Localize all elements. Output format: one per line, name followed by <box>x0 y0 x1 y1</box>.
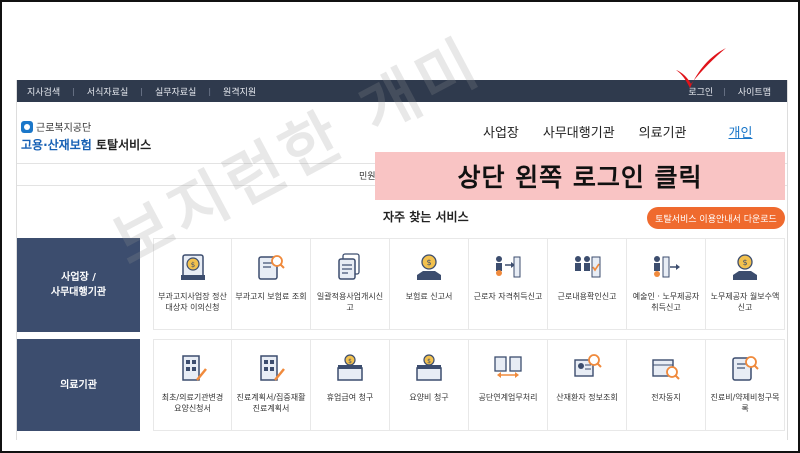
svg-text:$: $ <box>348 358 352 365</box>
service-item-label: 근로자 자격취득신고 <box>473 292 543 301</box>
service-item[interactable]: 진료계획서/집중재활진료계획서 <box>232 339 311 431</box>
separator: | <box>208 86 212 96</box>
nav-item-workplace[interactable]: 사업장 <box>483 122 519 141</box>
service-item-label: 예술인 · 노무제공자 취득신고 <box>632 292 700 312</box>
service-item-label: 일괄적용사업개시신고 <box>316 292 384 312</box>
link-branch-search[interactable]: 지사검색 <box>27 85 60 98</box>
category-medical: 의료기관 <box>17 339 140 431</box>
service-item[interactable]: $ 휴업급여 청구 <box>311 339 390 431</box>
section-title: 자주 찾는 서비스 <box>383 210 469 224</box>
hospital-pen-icon <box>260 355 285 381</box>
service-item[interactable]: $ 노무제공자 월보수액 신고 <box>706 238 785 330</box>
hospital-pen-icon <box>181 355 207 381</box>
org-logo-icon <box>21 120 33 133</box>
svg-text:$: $ <box>427 358 431 365</box>
money-document-icon: $ <box>180 254 205 280</box>
service-item-label: 요양비 청구 <box>409 393 449 402</box>
service-item[interactable]: 근로자 자격취득신고 <box>469 238 548 330</box>
service-item[interactable]: 일괄적용사업개시신고 <box>311 238 390 330</box>
service-item[interactable]: $ 부과고지사업장 정산대상자 이의신청 <box>153 238 232 330</box>
files-link-icon <box>494 356 522 378</box>
box-search-icon <box>652 359 680 380</box>
link-practice-materials[interactable]: 실무자료실 <box>155 85 196 98</box>
service-item-label: 근로내용확인신고 <box>557 292 617 301</box>
service-item-label: 보험료 신고서 <box>405 292 453 301</box>
service-item[interactable]: 최초/의료기관변경 요양신청서 <box>153 339 232 431</box>
service-item[interactable]: $ 보험료 신고서 <box>390 238 469 330</box>
service-item-label: 최초/의료기관변경 요양신청서 <box>161 393 224 413</box>
service-item-label: 휴업급여 청구 <box>326 393 374 402</box>
service-item[interactable]: 산재환자 정보조회 <box>548 339 627 431</box>
service-item-label: 산재환자 정보조회 <box>556 393 618 402</box>
service-item-label: 노무제공자 월보수액 신고 <box>710 292 780 312</box>
service-item-label: 전자동지 <box>651 393 681 402</box>
service-item-label: 진료비/약제비청구목록 <box>710 393 780 413</box>
instruction-banner: 상단 왼쪽 로그인 클릭 <box>375 152 785 200</box>
nav-item-agency[interactable]: 사무대행기관 <box>543 122 615 141</box>
document-search-icon <box>258 255 285 280</box>
service-item-label: 부과고지사업장 정산대상자 이의신청 <box>158 292 227 312</box>
workers-out-icon <box>654 256 680 278</box>
sitemap-link[interactable]: 사이트맵 <box>738 85 771 98</box>
nav-item-medical[interactable]: 의료기관 <box>639 122 687 141</box>
service-item[interactable]: 공단연계업무처리 <box>469 339 548 431</box>
workers-check-icon <box>575 256 601 278</box>
patient-search-icon <box>574 354 602 377</box>
main-nav: 사업장 사무대행기관 의료기관 개인 <box>483 122 776 141</box>
service-item-label: 진료계획서/집중재활진료계획서 <box>236 393 306 413</box>
separator: | <box>72 86 75 96</box>
link-remote-support[interactable]: 원격지원 <box>223 85 256 98</box>
money-hand-icon: $ <box>417 254 441 280</box>
brand-title: 고용·산재보험 토탈서비스 <box>21 138 152 152</box>
link-forms[interactable]: 서식자료실 <box>87 85 128 98</box>
service-item[interactable]: 부과고지 보험료 조회 <box>232 238 311 330</box>
service-item[interactable]: 근로내용확인신고 <box>548 238 627 330</box>
service-item-label: 부과고지 보험료 조회 <box>235 292 307 301</box>
subnav-item[interactable]: 민원 <box>359 169 376 182</box>
money-box-icon: $ <box>416 354 442 381</box>
website-viewport: 지사검색 | 서식자료실 | 실무자료실 | 원격지원 로그인 | 사이트맵 근… <box>16 80 788 440</box>
screenshot-frame: 지사검색 | 서식자료실 | 실무자료실 | 원격지원 로그인 | 사이트맵 근… <box>0 0 800 453</box>
service-item[interactable]: 예술인 · 노무제공자 취득신고 <box>627 238 706 330</box>
money-hand-icon: $ <box>733 254 757 280</box>
service-grid-medical: 최초/의료기관변경 요양신청서 진료계획서/집중재활진료계획서 $ 휴업급여 청구 $ 요… <box>153 339 785 431</box>
money-box-icon: $ <box>337 354 363 381</box>
service-item-label: 공단연계업무처리 <box>478 393 538 402</box>
service-item[interactable]: $ 요양비 청구 <box>390 339 469 431</box>
service-item[interactable]: 진료비/약제비청구목록 <box>706 339 785 431</box>
guide-download-button[interactable]: 토탈서비스 이용안내서 다운로드 <box>647 207 785 229</box>
svg-text:$: $ <box>190 261 194 269</box>
service-item[interactable]: 전자동지 <box>627 339 706 431</box>
svg-text:$: $ <box>742 258 747 267</box>
documents-icon <box>338 253 360 280</box>
org-name: 근로복지공단 <box>21 119 151 134</box>
service-grid-workplace: $ 부과고지사업장 정산대상자 이의신청 부과고지 보험료 조회 일괄적용사업개시신고… <box>153 238 785 330</box>
category-workplace: 사업장 / 사무대행기관 <box>17 238 140 332</box>
separator: | <box>140 86 143 96</box>
site-logo[interactable]: 근로복지공단 고용·산재보험 토탈서비스 <box>21 119 151 153</box>
svg-text:$: $ <box>426 258 431 267</box>
red-check-icon <box>676 48 726 88</box>
document-search-icon <box>732 356 759 381</box>
workers-in-icon <box>496 256 521 278</box>
nav-item-personal[interactable]: 개인 <box>729 122 753 141</box>
